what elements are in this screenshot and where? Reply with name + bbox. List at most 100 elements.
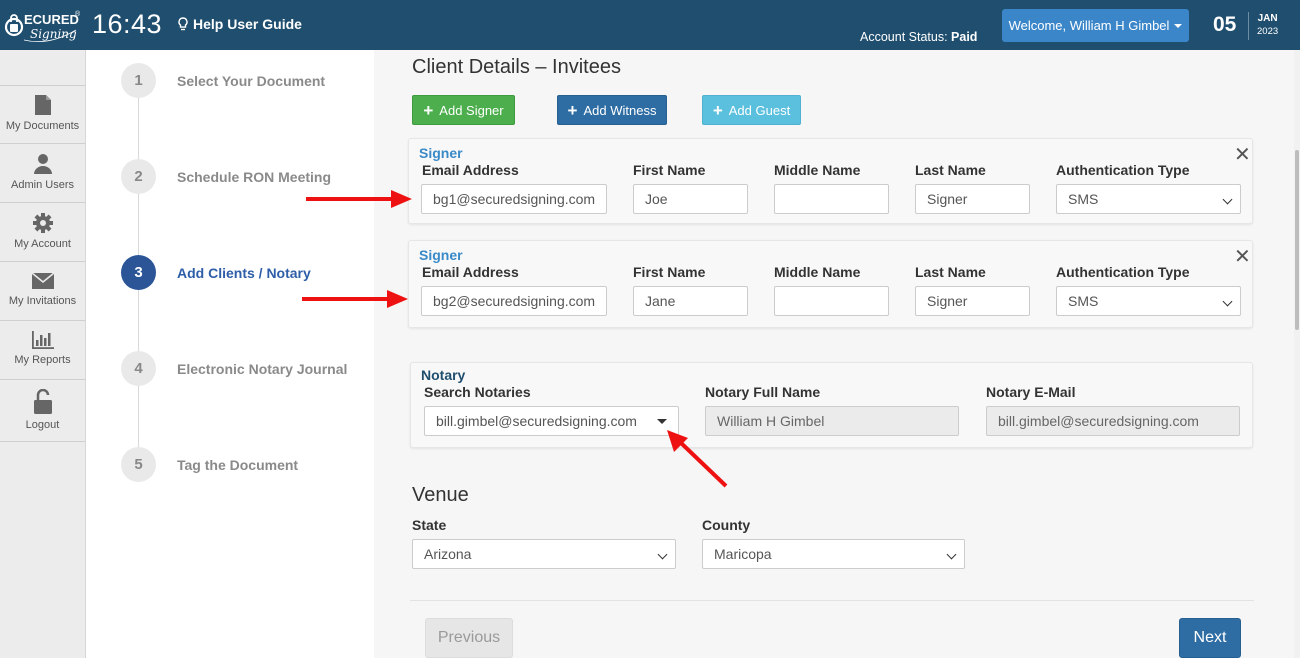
county-select[interactable]: Maricopa [702, 539, 965, 569]
select-value: SMS [1068, 191, 1099, 207]
chevron-down-icon [946, 549, 957, 560]
plus-icon: + [423, 100, 434, 120]
wizard-steps: 1 Select Your Document 2 Schedule RON Me… [86, 50, 374, 658]
unlock-icon [33, 389, 52, 414]
help-user-guide-link[interactable]: Help User Guide [178, 16, 302, 32]
middle-name-label: Middle Name [774, 264, 861, 280]
sidebar-item-label: Logout [25, 419, 60, 431]
notary-email-field: bill.gimbel@securedsigning.com [986, 406, 1240, 436]
sidebar-item-label: My Invitations [8, 295, 77, 307]
chevron-down-icon [1222, 194, 1233, 205]
signer-2-first-name-input[interactable]: Jane [633, 286, 748, 316]
sidebar-item-admin-users[interactable]: Admin Users [0, 145, 85, 203]
add-witness-button[interactable]: + Add Witness [557, 95, 667, 125]
document-icon [34, 95, 51, 115]
sidebar-item-my-documents[interactable]: My Documents [0, 86, 85, 144]
signer-2-auth-type-select[interactable]: SMS [1056, 286, 1241, 316]
sidebar-item-label: Admin Users [11, 179, 74, 191]
plus-icon: + [567, 100, 578, 120]
step-add-clients-notary[interactable]: 3 Add Clients / Notary [121, 255, 311, 290]
signer-2-middle-name-input[interactable] [774, 286, 889, 316]
page-scrollbar[interactable] [1294, 50, 1300, 658]
auth-type-label: Authentication Type [1056, 264, 1190, 280]
date-year: 2023 [1257, 26, 1279, 37]
date-day: 05 [1213, 13, 1237, 36]
step-schedule-ron-meeting[interactable]: 2 Schedule RON Meeting [121, 159, 331, 194]
notary-full-name-label: Notary Full Name [705, 384, 821, 400]
user-icon [33, 154, 52, 174]
step-number: 5 [121, 447, 156, 482]
scrollbar-thumb[interactable] [1295, 150, 1299, 330]
email-label: Email Address [422, 162, 519, 178]
first-name-label: First Name [633, 264, 706, 280]
signer-1-email-input[interactable]: bg1@securedsigning.com [421, 184, 607, 214]
step-select-document[interactable]: 1 Select Your Document [121, 63, 325, 98]
sidebar-item-label: My Reports [14, 354, 71, 366]
step-label: Select Your Document [177, 72, 326, 89]
sidebar-item-my-account[interactable]: My Account [0, 204, 85, 262]
step-number: 4 [121, 351, 156, 386]
sidebar-item-my-invitations[interactable]: My Invitations [0, 263, 85, 321]
signer-2-last-name-input[interactable]: Signer [915, 286, 1030, 316]
chevron-down-icon [1222, 296, 1233, 307]
signer-2-email-input[interactable]: bg2@securedsigning.com [421, 286, 607, 316]
caret-down-icon [657, 419, 667, 424]
last-name-label: Last Name [915, 162, 986, 178]
svg-text:ECURED: ECURED [24, 12, 79, 27]
account-status: Account Status: Paid [860, 30, 977, 44]
signer-1-first-name-input[interactable]: Joe [633, 184, 748, 214]
remove-signer-2-close-icon[interactable]: ✕ [1234, 247, 1251, 267]
add-guest-button[interactable]: + Add Guest [702, 95, 801, 125]
date-month: JAN [1257, 13, 1278, 24]
signer-card-title: Signer [419, 145, 463, 161]
middle-name-label: Middle Name [774, 162, 861, 178]
main-content: Client Details – Invitees + Add Signer +… [374, 50, 1300, 658]
add-signer-label: Add Signer [439, 102, 504, 118]
state-label: State [412, 517, 447, 533]
gear-icon [32, 213, 53, 233]
state-select[interactable]: Arizona [412, 539, 676, 569]
account-status-label: Account Status: [860, 30, 948, 44]
secured-signing-logo[interactable]: ECURED ® Signing [4, 6, 82, 44]
notary-card: Notary Search Notaries Notary Full Name … [410, 362, 1253, 448]
page-title: Client Details – Invitees [412, 56, 621, 78]
welcome-user-dropdown[interactable]: Welcome, William H Gimbel [1002, 9, 1189, 42]
last-name-label: Last Name [915, 264, 986, 280]
sidebar-item-label: My Documents [5, 120, 80, 132]
step-label: Add Clients / Notary [177, 264, 311, 281]
sidebar-item-label: My Account [14, 238, 71, 250]
venue-title: Venue [412, 484, 469, 506]
step-label: Electronic Notary Journal [177, 360, 348, 377]
step-electronic-notary-journal[interactable]: 4 Electronic Notary Journal [121, 351, 347, 386]
account-status-value: Paid [951, 30, 978, 44]
signer-1-middle-name-input[interactable] [774, 184, 889, 214]
step-label: Schedule RON Meeting [177, 168, 332, 185]
add-witness-label: Add Witness [583, 102, 657, 118]
chevron-down-icon [657, 549, 668, 560]
search-notaries-dropdown[interactable]: bill.gimbel@securedsigning.com [424, 406, 679, 436]
notary-email-label: Notary E-Mail [986, 384, 1076, 400]
step-number: 3 [121, 255, 156, 290]
envelope-icon [31, 272, 54, 289]
signer-1-auth-type-select[interactable]: SMS [1056, 184, 1241, 214]
clock-time: 16:43 [92, 9, 163, 39]
step-tag-document[interactable]: 5 Tag the Document [121, 447, 298, 482]
step-label: Tag the Document [177, 456, 299, 473]
select-value: SMS [1068, 293, 1099, 309]
sidebar-item-my-reports[interactable]: My Reports [0, 322, 85, 380]
first-name-label: First Name [633, 162, 706, 178]
signer-card-1: Signer ✕ Email Address First Name Middle… [408, 138, 1253, 224]
select-value: Arizona [424, 546, 472, 562]
caret-down-icon [1174, 23, 1183, 28]
previous-button[interactable]: Previous [425, 618, 513, 658]
remove-signer-1-close-icon[interactable]: ✕ [1234, 145, 1251, 165]
date-month-year: JAN 2023 [1257, 12, 1278, 38]
next-button[interactable]: Next [1179, 618, 1241, 658]
search-notaries-label: Search Notaries [424, 384, 531, 400]
signer-card-2: Signer ✕ Email Address First Name Middle… [408, 240, 1253, 328]
signer-1-last-name-input[interactable]: Signer [915, 184, 1030, 214]
notary-full-name-field: William H Gimbel [705, 406, 959, 436]
add-signer-button[interactable]: + Add Signer [412, 95, 515, 125]
top-bar: ECURED ® Signing 16:43 Help User Guide A… [0, 0, 1300, 50]
sidebar-item-logout[interactable]: Logout [0, 381, 85, 442]
